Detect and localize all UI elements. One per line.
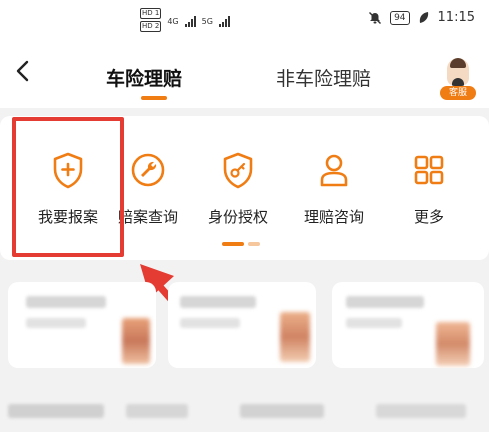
- blurred-text: [180, 296, 256, 308]
- grid-icon: [414, 155, 444, 185]
- service-claim-consult[interactable]: 理赔咨询: [289, 116, 379, 236]
- customer-service-label: 客服: [440, 86, 476, 100]
- mute-icon: [369, 11, 382, 24]
- service-label: 身份授权: [207, 208, 268, 226]
- service-claim-query[interactable]: 赔案查询: [103, 116, 193, 236]
- shield-key-icon: [223, 152, 253, 189]
- network-type-2: 5G: [201, 16, 213, 26]
- blurred-text: [240, 404, 324, 418]
- network-indicators: HD 1 HD 2 4G 5G: [140, 8, 230, 34]
- service-report-claim[interactable]: 我要报案: [23, 116, 113, 236]
- blurred-text: [346, 318, 402, 328]
- service-identity-auth[interactable]: 身份授权: [193, 116, 283, 236]
- promo-card-2[interactable]: [168, 282, 316, 368]
- service-more[interactable]: 更多: [384, 116, 474, 236]
- leaf-icon: [419, 11, 428, 23]
- signal-1-icon: [184, 15, 196, 27]
- tab-auto-claims[interactable]: 车险理赔: [106, 64, 182, 91]
- service-label: 我要报案: [37, 208, 98, 226]
- signal-2-icon: [218, 15, 230, 27]
- hd2-badge: HD 2: [140, 21, 162, 32]
- customer-service-avatar-icon: [447, 58, 469, 86]
- blurred-text: [26, 318, 86, 328]
- clock: 11:15: [437, 10, 475, 25]
- wrench-icon: [131, 153, 165, 187]
- network-type-1: 4G: [167, 16, 179, 26]
- person-icon: [320, 154, 348, 187]
- promo-thumbnail: [122, 318, 150, 364]
- battery-indicator: 94: [390, 10, 410, 25]
- promo-card-3[interactable]: [332, 282, 484, 368]
- blurred-text: [126, 404, 188, 418]
- blurred-text: [346, 296, 424, 308]
- service-label: 更多: [413, 208, 444, 226]
- promo-thumbnail: [280, 312, 310, 362]
- blurred-text: [180, 318, 240, 328]
- blurred-text: [26, 296, 106, 308]
- promo-thumbnail: [436, 322, 470, 366]
- tab-non-auto-claims[interactable]: 非车险理赔: [276, 64, 371, 91]
- page-indicator: [222, 242, 260, 246]
- nav-bar: 车险理赔 非车险理赔 客服: [0, 42, 489, 108]
- service-label: 理赔咨询: [303, 208, 364, 226]
- blurred-text: [8, 404, 104, 418]
- services-card: 我要报案 赔案查询 身份授权 理赔咨询 更多: [0, 116, 489, 260]
- chevron-left-icon: [16, 60, 29, 82]
- service-label: 赔案查询: [117, 208, 178, 226]
- status-right: 94 11:15: [368, 10, 475, 25]
- promo-row-2: [0, 388, 489, 432]
- hd1-badge: HD 1: [140, 8, 162, 19]
- customer-service-button[interactable]: 客服: [440, 58, 476, 100]
- shield-plus-icon: [53, 152, 83, 189]
- promo-card-1[interactable]: [8, 282, 156, 368]
- status-bar: HD 1 HD 2 4G 5G 94 11:15: [0, 0, 489, 42]
- active-tab-indicator: [141, 96, 167, 100]
- blurred-text: [376, 404, 466, 418]
- back-button[interactable]: [10, 56, 36, 86]
